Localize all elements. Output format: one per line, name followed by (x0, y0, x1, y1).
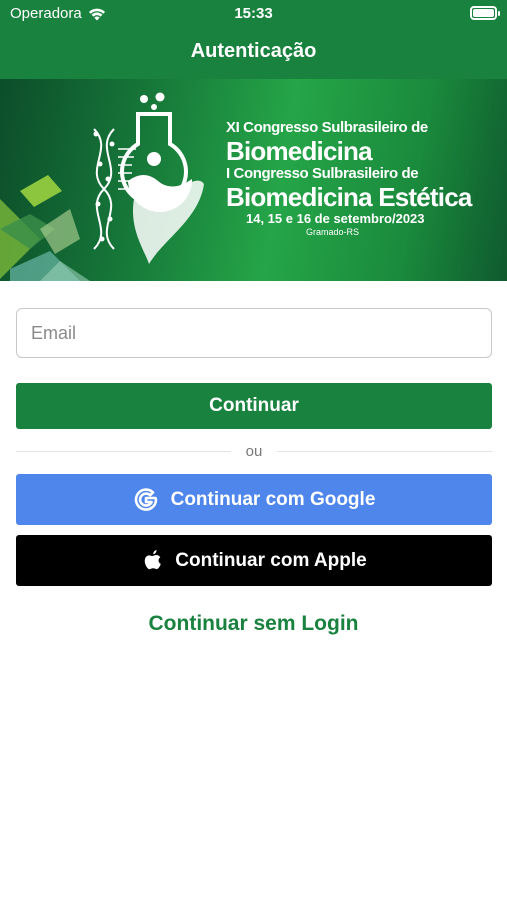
apple-button-label: Continuar com Apple (175, 549, 367, 571)
event-banner: XI Congresso Sulbrasileiro de Biomedicin… (0, 79, 507, 281)
banner-line3: I Congresso Sulbrasileiro de (226, 165, 419, 182)
continue-button[interactable]: Continuar (16, 383, 492, 429)
congress-logo-icon (93, 92, 204, 264)
battery-icon (470, 6, 500, 20)
apple-signin-button[interactable]: Continuar com Apple (16, 535, 492, 586)
divider-line-right (277, 451, 492, 452)
status-bar: Operadora 15:33 (0, 0, 507, 28)
or-divider: ou (16, 442, 492, 462)
continue-button-label: Continuar (209, 395, 299, 416)
battery-fill (473, 9, 494, 17)
page-title: Autenticação (190, 40, 317, 62)
top-bar: Operadora 15:33 Autenticação (0, 0, 507, 79)
banner-dates: 14, 15 e 16 de setembro/2023 (246, 211, 425, 226)
clock: 15:33 (234, 5, 273, 22)
google-button-label: Continuar com Google (170, 488, 376, 510)
banner-line2: Biomedicina (226, 136, 373, 166)
google-icon (134, 487, 157, 511)
banner-location: Gramado-RS (306, 227, 360, 237)
banner-line4: Biomedicina Estética (226, 182, 472, 212)
banner-line1: XI Congresso Sulbrasileiro de (226, 119, 428, 136)
continue-without-login-link[interactable]: Continuar sem Login (0, 612, 507, 636)
banner-text: XI Congresso Sulbrasileiro de Biomedicin… (226, 119, 472, 238)
email-field[interactable] (16, 308, 492, 358)
google-signin-button[interactable]: Continuar com Google (16, 474, 492, 525)
apple-icon (145, 549, 162, 569)
